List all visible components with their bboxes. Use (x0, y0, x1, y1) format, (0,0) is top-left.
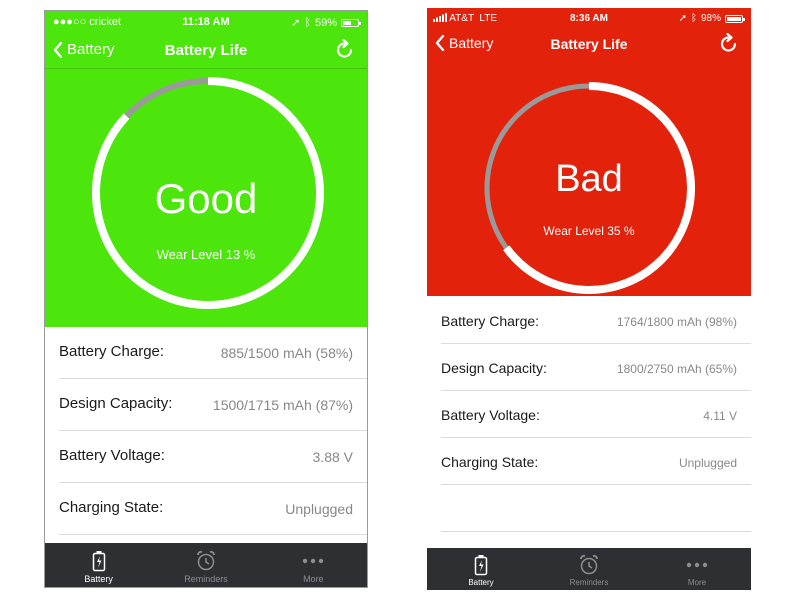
tab-battery[interactable]: Battery (427, 548, 535, 590)
tab-reminders[interactable]: Reminders (152, 543, 259, 587)
refresh-button[interactable] (335, 38, 355, 66)
more-dots-icon (303, 558, 324, 564)
battery-info-list: Battery Charge: 1764/1800 mAh (98%) Desig… (427, 297, 751, 532)
tab-more[interactable]: More (643, 548, 751, 590)
wear-hero: Good Wear Level 13 % (45, 69, 367, 327)
status-battery-icon (725, 14, 745, 23)
status-bar: ●●●○○ cricket 11:18 AM ➚ ᛒ 59% (45, 11, 367, 33)
location-icon: ➚ (678, 13, 687, 24)
row-battery-voltage: Battery Voltage: 4.11 V (441, 391, 751, 438)
row-battery-charge: Battery Charge: 1764/1800 mAh (98%) (441, 297, 751, 344)
wear-level: Wear Level 13 % (156, 247, 256, 262)
row-battery-charge: Battery Charge: 885/1500 mAh (58%) (59, 327, 367, 379)
tab-label: Reminders (184, 574, 228, 584)
row-value: Unplugged (285, 501, 353, 517)
tab-label: Reminders (569, 578, 609, 587)
row-label: Battery Charge: (441, 313, 540, 329)
battery-grade: Bad (555, 158, 623, 200)
status-bar: AT&T LTE 8:36 AM ➚ ᛒ 98% (427, 8, 751, 30)
alarm-clock-icon (197, 550, 215, 571)
row-label: Design Capacity: (441, 360, 547, 376)
nav-bar: Battery Battery Life (427, 32, 751, 58)
battery-info-list: Battery Charge: 885/1500 mAh (58%) Design… (45, 327, 367, 535)
row-value: 4.11 V (703, 409, 737, 423)
phone-screen-bad: AT&T LTE 8:36 AM ➚ ᛒ 98% Battery Battery… (427, 8, 751, 590)
row-label: Design Capacity: (59, 395, 173, 412)
tab-reminders[interactable]: Reminders (535, 548, 643, 590)
nav-bar: Battery Battery Life (45, 37, 367, 65)
location-icon: ➚ (291, 17, 301, 29)
alarm-clock-icon (580, 554, 598, 575)
tab-label: More (303, 574, 324, 584)
battery-icon (474, 555, 488, 576)
row-empty (441, 485, 751, 532)
refresh-icon (336, 38, 353, 58)
row-value: 1500/1715 mAh (87%) (212, 397, 353, 413)
refresh-button[interactable] (719, 32, 739, 60)
row-label: Charging State: (59, 499, 164, 516)
tab-label: Battery (468, 578, 494, 587)
row-label: Battery Voltage: (441, 407, 540, 423)
row-value: 885/1500 mAh (58%) (220, 345, 353, 361)
page-title: Battery Life (550, 36, 628, 52)
row-charging-state: Charging State: Unplugged (441, 438, 751, 485)
tab-more[interactable]: More (260, 543, 367, 587)
row-value: 1764/1800 mAh (98%) (616, 315, 737, 329)
wear-hero: Bad Wear Level 35 % (427, 60, 751, 296)
page-title: Battery Life (164, 42, 248, 59)
battery-icon (92, 551, 105, 572)
tab-label: Battery (84, 574, 113, 584)
row-design-capacity: Design Capacity: 1800/2750 mAh (65%) (441, 344, 751, 391)
row-value: Unplugged (678, 456, 737, 470)
row-value: 1800/2750 mAh (65%) (616, 362, 737, 376)
bluetooth-icon: ᛒ (690, 13, 697, 24)
battery-percent: 59% (314, 16, 337, 29)
row-charging-state: Charging State: Unplugged (59, 483, 367, 535)
bluetooth-icon: ᛒ (304, 16, 311, 29)
phone-screen-good: ●●●○○ cricket 11:18 AM ➚ ᛒ 59% Battery B… (44, 10, 368, 588)
row-battery-voltage: Battery Voltage: 3.88 V (59, 431, 367, 483)
row-label: Battery Voltage: (59, 447, 165, 464)
status-battery-icon (341, 18, 361, 27)
tab-label: More (687, 578, 707, 587)
row-design-capacity: Design Capacity: 1500/1715 mAh (87%) (59, 379, 367, 431)
tab-bar: Battery Reminders More (45, 543, 367, 587)
battery-percent: 98% (700, 13, 721, 24)
tab-bar: Battery Reminders More (427, 548, 751, 590)
row-label: Charging State: (441, 454, 539, 470)
more-dots-icon (686, 562, 708, 568)
row-value: 3.88 V (312, 449, 353, 465)
refresh-icon (720, 32, 737, 52)
battery-grade: Good (154, 175, 258, 222)
row-label: Battery Charge: (59, 343, 165, 360)
tab-battery[interactable]: Battery (45, 543, 152, 587)
wear-level: Wear Level 35 % (543, 224, 635, 238)
